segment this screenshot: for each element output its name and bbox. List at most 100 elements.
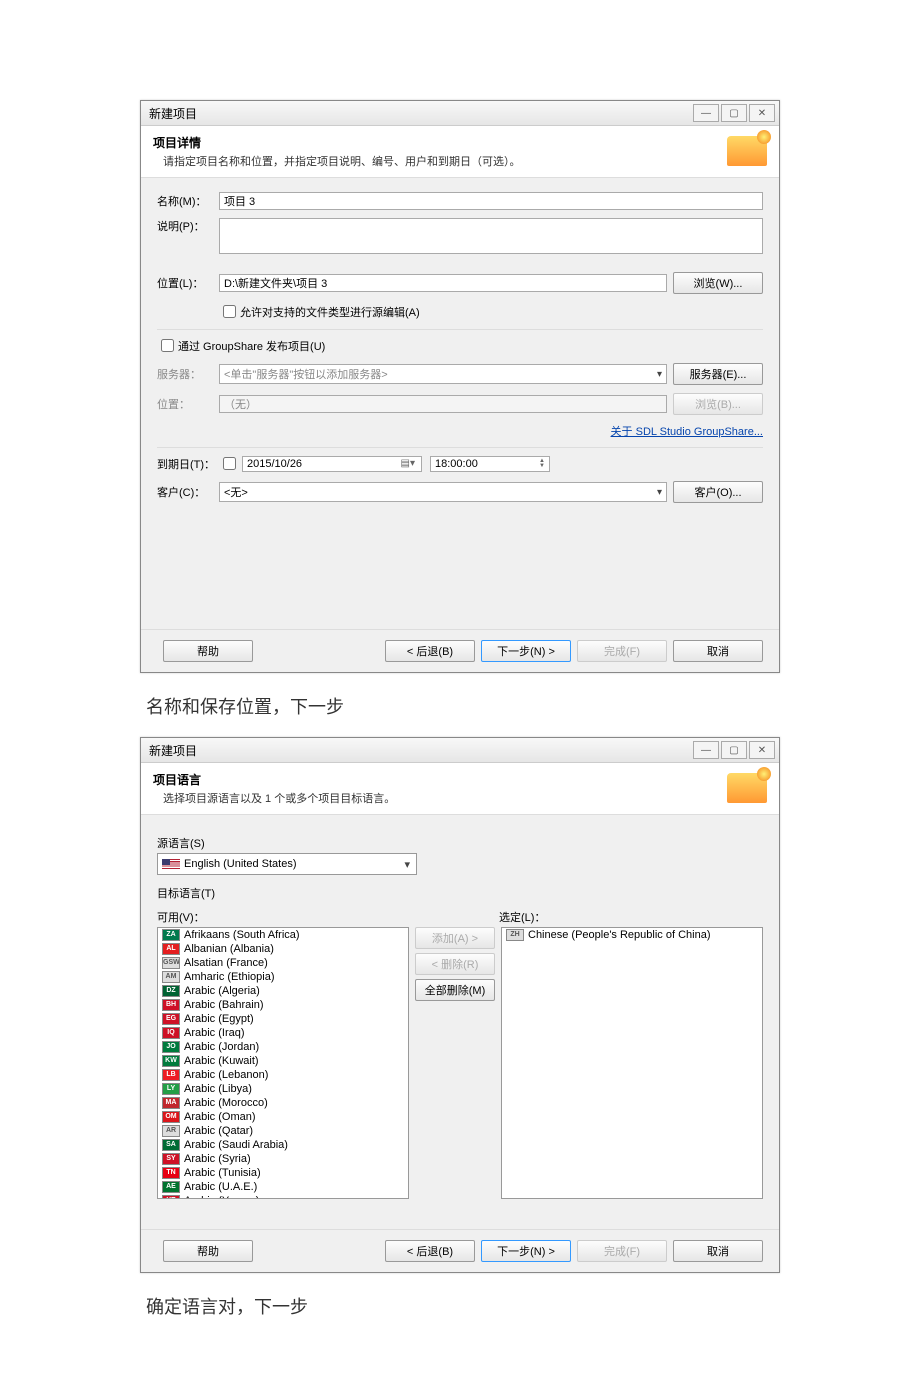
list-item[interactable]: LB Arabic (Lebanon) xyxy=(158,1068,408,1082)
dialog-project-details: 新建项目 — ▢ ✕ 项目详情 请指定项目名称和位置，并指定项目说明、编号、用户… xyxy=(140,100,780,673)
server-dropdown: <单击"服务器"按钮以添加服务器> ▾ xyxy=(219,364,667,384)
client-dropdown[interactable]: <无> ▾ xyxy=(219,482,667,502)
remove-all-button[interactable]: 全部删除(M) xyxy=(415,979,495,1001)
location-input[interactable] xyxy=(219,274,667,292)
source-lang-value: English (United States) xyxy=(184,858,297,870)
browse-button[interactable]: 浏览(W)... xyxy=(673,272,763,294)
label-loc2: 位置： xyxy=(157,396,219,412)
chevron-down-icon: ▾ xyxy=(657,487,662,498)
finish-button: 完成(F) xyxy=(577,1240,667,1262)
loc2-input xyxy=(219,395,667,413)
minimize-button[interactable]: — xyxy=(693,104,719,122)
dialog-project-languages: 新建项目 — ▢ ✕ 项目语言 选择项目源语言以及 1 个或多个项目目标语言。 … xyxy=(140,737,780,1273)
list-item[interactable]: LYArabic (Libya) xyxy=(158,1082,408,1096)
list-item[interactable]: TNArabic (Tunisia) xyxy=(158,1166,408,1180)
language-name: Arabic (Tunisia) xyxy=(184,1166,261,1180)
next-button[interactable]: 下一步(N) > xyxy=(481,1240,571,1262)
flag-icon: LY xyxy=(162,1083,180,1095)
server-button[interactable]: 服务器(E)... xyxy=(673,363,763,385)
list-item[interactable]: ZHChinese (People's Republic of China) xyxy=(502,928,762,942)
client-value: <无> xyxy=(224,484,248,500)
client-button[interactable]: 客户(O)... xyxy=(673,481,763,503)
groupshare-label: 通过 GroupShare 发布项目(U) xyxy=(178,338,325,354)
language-name: Arabic (Iraq) xyxy=(184,1026,245,1040)
header-subtitle: 请指定项目名称和位置，并指定项目说明、编号、用户和到期日（可选）。 xyxy=(153,153,727,169)
list-item[interactable]: ARArabic (Qatar) xyxy=(158,1124,408,1138)
available-languages-list[interactable]: ZAAfrikaans (South Africa)ALAlbanian (Al… xyxy=(157,927,409,1199)
flag-icon: AE xyxy=(162,1181,180,1193)
us-flag-icon xyxy=(162,859,180,870)
cancel-button[interactable]: 取消 xyxy=(673,1240,763,1262)
list-item[interactable]: SA Arabic (Saudi Arabia) xyxy=(158,1138,408,1152)
list-item[interactable]: AMAmharic (Ethiopia) xyxy=(158,970,408,984)
language-name: Arabic (Saudi Arabia) xyxy=(184,1138,288,1152)
flag-icon: MA xyxy=(162,1097,180,1109)
chevron-down-icon: ▾ xyxy=(657,369,662,380)
flag-icon: ZA xyxy=(162,929,180,941)
due-check[interactable] xyxy=(223,457,236,470)
list-item[interactable]: ALAlbanian (Albania) xyxy=(158,942,408,956)
source-lang-dropdown[interactable]: English (United States) ▾ xyxy=(157,853,417,875)
caption-2: 确定语言对，下一步 xyxy=(146,1293,780,1319)
list-item[interactable]: AE Arabic (U.A.E.) xyxy=(158,1180,408,1194)
language-name: Arabic (Egypt) xyxy=(184,1012,254,1026)
next-button[interactable]: 下一步(N) > xyxy=(481,640,571,662)
list-item[interactable]: YE Arabic (Yemen) xyxy=(158,1194,408,1199)
time-input[interactable]: 18:00:00 ▲▼ xyxy=(430,456,550,472)
list-item[interactable]: ZAAfrikaans (South Africa) xyxy=(158,928,408,942)
flag-icon: YE xyxy=(162,1195,180,1199)
label-location: 位置(L)： xyxy=(157,275,219,291)
back-button[interactable]: < 后退(B) xyxy=(385,1240,475,1262)
groupshare-check[interactable] xyxy=(161,339,174,352)
list-item[interactable]: EG Arabic (Egypt) xyxy=(158,1012,408,1026)
groupshare-link[interactable]: 关于 SDL Studio GroupShare... xyxy=(611,423,763,439)
titlebar: 新建项目 — ▢ ✕ xyxy=(141,101,779,126)
label-selected: 选定(L)： xyxy=(499,909,545,925)
close-button[interactable]: ✕ xyxy=(749,104,775,122)
maximize-button[interactable]: ▢ xyxy=(721,104,747,122)
help-button[interactable]: 帮助 xyxy=(163,1240,253,1262)
list-item[interactable]: OMArabic (Oman) xyxy=(158,1110,408,1124)
spinner-icon[interactable]: ▲▼ xyxy=(539,459,545,469)
language-name: Arabic (Jordan) xyxy=(184,1040,259,1054)
date-input[interactable]: 2015/10/26 ▤▾ xyxy=(242,456,422,472)
list-item[interactable]: IQArabic (Iraq) xyxy=(158,1026,408,1040)
flag-icon: BH xyxy=(162,999,180,1011)
desc-input[interactable] xyxy=(219,218,763,254)
dialog-header: 项目语言 选择项目源语言以及 1 个或多个项目目标语言。 xyxy=(141,763,779,815)
list-item[interactable]: GSWAlsatian (France) xyxy=(158,956,408,970)
name-input[interactable] xyxy=(219,192,763,210)
cancel-button[interactable]: 取消 xyxy=(673,640,763,662)
minimize-button[interactable]: — xyxy=(693,741,719,759)
language-name: Arabic (Kuwait) xyxy=(184,1054,259,1068)
chevron-down-icon: ▾ xyxy=(398,858,416,871)
flag-icon: SY xyxy=(162,1153,180,1165)
maximize-button[interactable]: ▢ xyxy=(721,741,747,759)
language-name: Arabic (Bahrain) xyxy=(184,998,263,1012)
language-name: Arabic (U.A.E.) xyxy=(184,1180,257,1194)
list-item[interactable]: SYArabic (Syria) xyxy=(158,1152,408,1166)
back-button[interactable]: < 后退(B) xyxy=(385,640,475,662)
list-item[interactable]: JOArabic (Jordan) xyxy=(158,1040,408,1054)
flag-icon: SA xyxy=(162,1139,180,1151)
window-title: 新建项目 xyxy=(149,105,693,122)
flag-icon: LB xyxy=(162,1069,180,1081)
flag-icon: EG xyxy=(162,1013,180,1025)
language-name: Chinese (People's Republic of China) xyxy=(528,928,710,942)
browse2-button: 浏览(B)... xyxy=(673,393,763,415)
source-edit-check[interactable] xyxy=(223,305,236,318)
label-desc: 说明(P)： xyxy=(157,218,219,234)
help-button[interactable]: 帮助 xyxy=(163,640,253,662)
language-name: Arabic (Qatar) xyxy=(184,1124,253,1138)
source-edit-checkbox[interactable]: 允许对支持的文件类型进行源编辑(A) xyxy=(219,302,420,321)
language-name: Arabic (Yemen) xyxy=(184,1194,259,1199)
list-item[interactable]: DZArabic (Algeria) xyxy=(158,984,408,998)
dialog-header: 项目详情 请指定项目名称和位置，并指定项目说明、编号、用户和到期日（可选）。 xyxy=(141,126,779,178)
language-name: Arabic (Lebanon) xyxy=(184,1068,268,1082)
close-button[interactable]: ✕ xyxy=(749,741,775,759)
list-item[interactable]: BH Arabic (Bahrain) xyxy=(158,998,408,1012)
list-item[interactable]: MAArabic (Morocco) xyxy=(158,1096,408,1110)
selected-languages-list[interactable]: ZHChinese (People's Republic of China) xyxy=(501,927,763,1199)
language-name: Albanian (Albania) xyxy=(184,942,274,956)
list-item[interactable]: KWArabic (Kuwait) xyxy=(158,1054,408,1068)
